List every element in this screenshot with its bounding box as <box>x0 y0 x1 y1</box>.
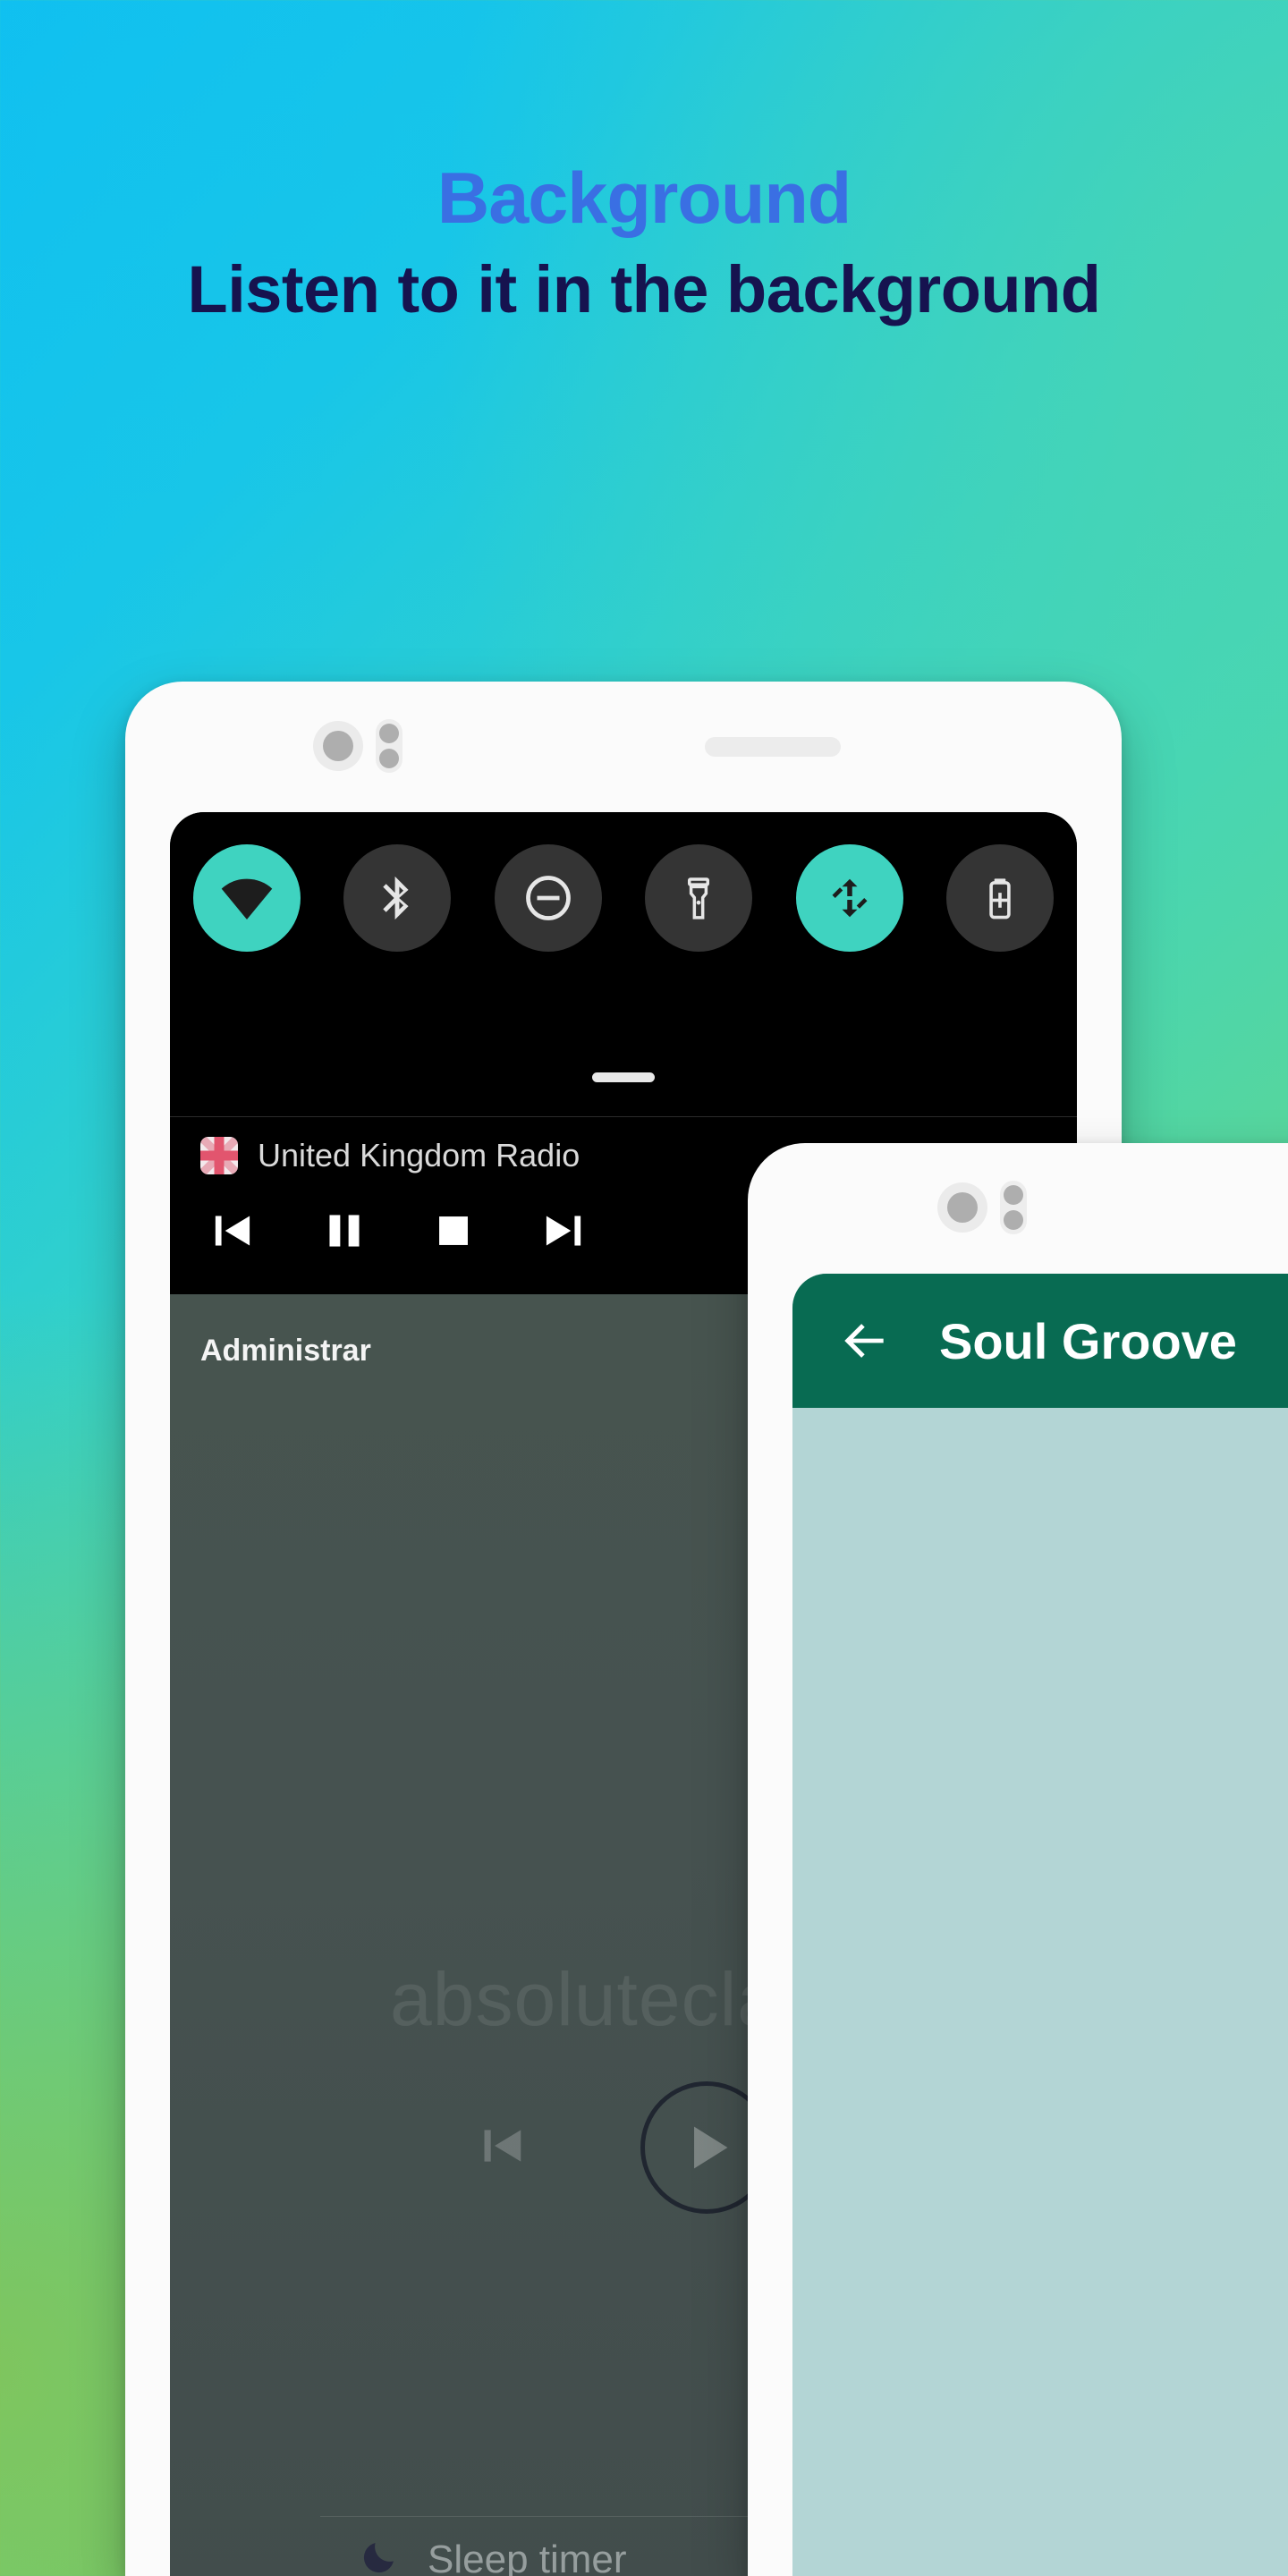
phone-mockup-front: Soul Groove <box>748 1143 1288 2576</box>
bluetooth-icon <box>383 876 409 920</box>
notif-pause-button[interactable] <box>317 1203 372 1258</box>
do-not-disturb-icon <box>525 876 571 920</box>
sensor-dots-icon <box>1000 1181 1027 1234</box>
moon-icon <box>358 2536 401 2576</box>
pause-icon <box>329 1215 360 1247</box>
notif-stop-button[interactable] <box>428 1205 479 1257</box>
promo-subtitle: Listen to it in the background <box>187 252 1102 327</box>
sensor-dots-icon <box>376 719 402 773</box>
app-content-area <box>792 1408 1288 2576</box>
front-camera-cluster <box>937 1181 1027 1234</box>
skip-previous-icon <box>484 2129 521 2162</box>
quick-settings-row <box>170 844 1077 952</box>
qs-tile-auto-rotate[interactable] <box>795 844 903 952</box>
notif-previous-button[interactable] <box>206 1203 261 1258</box>
shade-drag-handle[interactable] <box>592 1072 655 1082</box>
skip-previous-icon <box>215 1216 250 1246</box>
player-previous-button[interactable] <box>474 2116 533 2180</box>
qs-tile-flashlight[interactable] <box>645 844 753 952</box>
stop-icon <box>439 1216 468 1245</box>
wifi-icon <box>221 878 273 919</box>
earpiece-speaker <box>705 737 841 757</box>
app-bar: Soul Groove <box>792 1274 1288 1408</box>
notification-title: United Kingdom Radio <box>258 1137 580 1174</box>
front-camera-cluster <box>313 719 402 773</box>
skip-next-icon <box>546 1216 581 1246</box>
uk-flag-icon <box>200 1137 238 1174</box>
back-button[interactable] <box>837 1313 893 1368</box>
flashlight-icon <box>688 877 710 919</box>
play-icon <box>694 2126 728 2169</box>
promo-headline: Background Listen to it in the backgroun… <box>0 158 1288 330</box>
qs-tile-bluetooth[interactable] <box>343 844 452 952</box>
sleep-timer-label: Sleep timer <box>428 2537 627 2576</box>
camera-lens-icon <box>937 1182 987 1233</box>
camera-lens-icon <box>313 721 363 771</box>
phone-front-screen: Soul Groove <box>792 1274 1288 2576</box>
qs-tile-battery-saver[interactable] <box>945 844 1054 952</box>
promo-kicker: Background <box>436 158 852 239</box>
arrow-left-icon <box>844 1324 884 1358</box>
qs-tile-wifi[interactable] <box>193 844 301 952</box>
auto-rotate-icon <box>832 878 868 918</box>
notif-next-button[interactable] <box>535 1203 590 1258</box>
battery-saver-icon <box>989 878 1011 919</box>
app-bar-title: Soul Groove <box>939 1312 1237 1369</box>
qs-tile-do-not-disturb[interactable] <box>494 844 602 952</box>
quick-settings-shade <box>170 812 1077 1116</box>
